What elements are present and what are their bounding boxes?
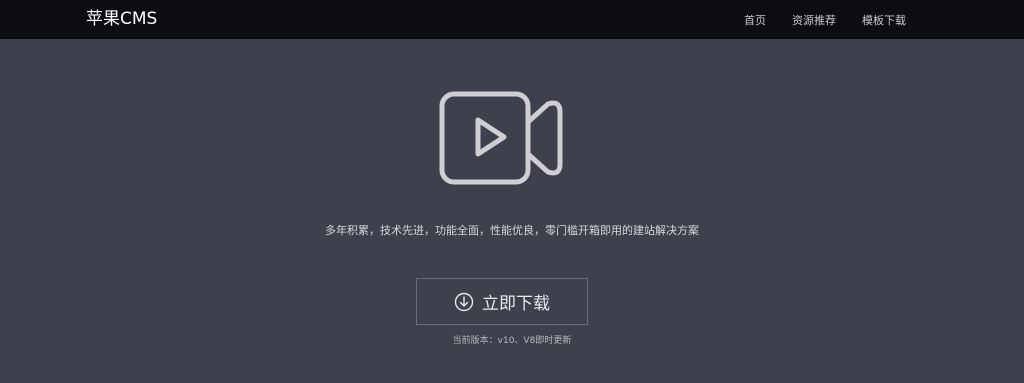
main-nav: 首页 资源推荐 模板下载 [744,0,906,39]
video-camera-play-icon [439,91,563,185]
top-navbar: 苹果CMS 首页 资源推荐 模板下载 [0,0,1024,39]
nav-resources[interactable]: 资源推荐 [792,12,836,28]
download-button-label: 立即下载 [482,294,550,314]
hero-tagline: 多年积累，技术先进，功能全面，性能优良，零门槛开箱即用的建站解决方案 [325,224,699,237]
download-button[interactable]: 立即下载 [416,278,588,325]
nav-template-download[interactable]: 模板下载 [862,12,906,28]
site-logo[interactable]: 苹果CMS [86,9,157,30]
download-arrow-icon [454,292,474,311]
nav-home[interactable]: 首页 [744,12,766,28]
version-info: 当前版本：v10、V8即时更新 [452,336,572,346]
